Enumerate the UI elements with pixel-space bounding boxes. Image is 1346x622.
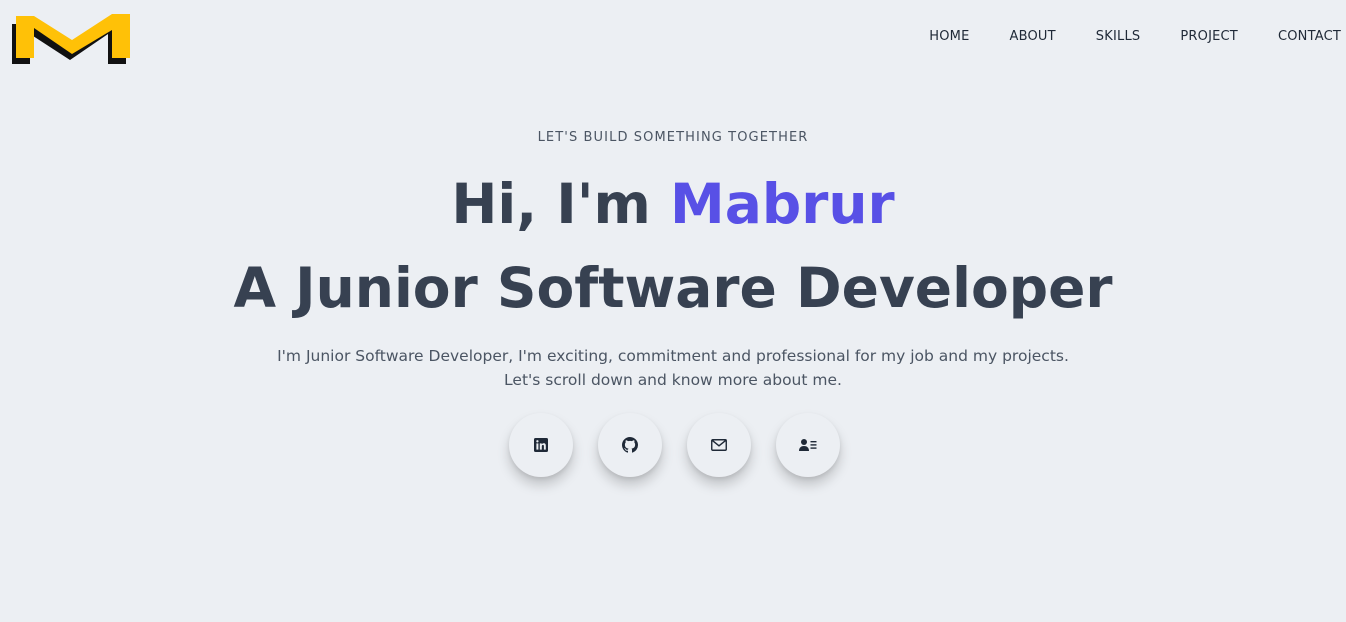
linkedin-icon — [534, 438, 548, 452]
github-button[interactable] — [598, 413, 662, 477]
hero-description-line-2: Let's scroll down and know more about me… — [504, 371, 842, 389]
github-icon — [622, 437, 638, 453]
mail-button[interactable] — [687, 413, 751, 477]
m-logo-icon[interactable] — [8, 12, 132, 64]
hero-headline: Hi, I'm Mabrur A Junior Software Develop… — [0, 162, 1346, 330]
hero-description-line-1: I'm Junior Software Developer, I'm excit… — [277, 347, 1069, 365]
page: HOME ABOUT SKILLS PROJECT CONTACT LET'S … — [0, 0, 1346, 622]
nav-skills[interactable]: SKILLS — [1096, 29, 1141, 44]
hero-greeting: Hi, I'm — [451, 172, 651, 236]
hero-section: LET'S BUILD SOMETHING TOGETHER Hi, I'm M… — [0, 130, 1346, 392]
main-nav: HOME ABOUT SKILLS PROJECT CONTACT — [929, 29, 1341, 44]
hero-eyebrow: LET'S BUILD SOMETHING TOGETHER — [537, 130, 809, 145]
nav-contact[interactable]: CONTACT — [1278, 29, 1341, 44]
social-links — [509, 413, 840, 477]
hero-role: A Junior Software Developer — [233, 256, 1113, 320]
nav-project[interactable]: PROJECT — [1180, 29, 1238, 44]
linkedin-button[interactable] — [509, 413, 573, 477]
nav-home[interactable]: HOME — [929, 29, 969, 44]
hero-description: I'm Junior Software Developer, I'm excit… — [0, 344, 1346, 392]
contact-card-button[interactable] — [776, 413, 840, 477]
hero-name: Mabrur — [670, 172, 895, 236]
contact-card-icon — [799, 439, 817, 451]
nav-about[interactable]: ABOUT — [1010, 29, 1056, 44]
mail-icon — [711, 439, 727, 451]
